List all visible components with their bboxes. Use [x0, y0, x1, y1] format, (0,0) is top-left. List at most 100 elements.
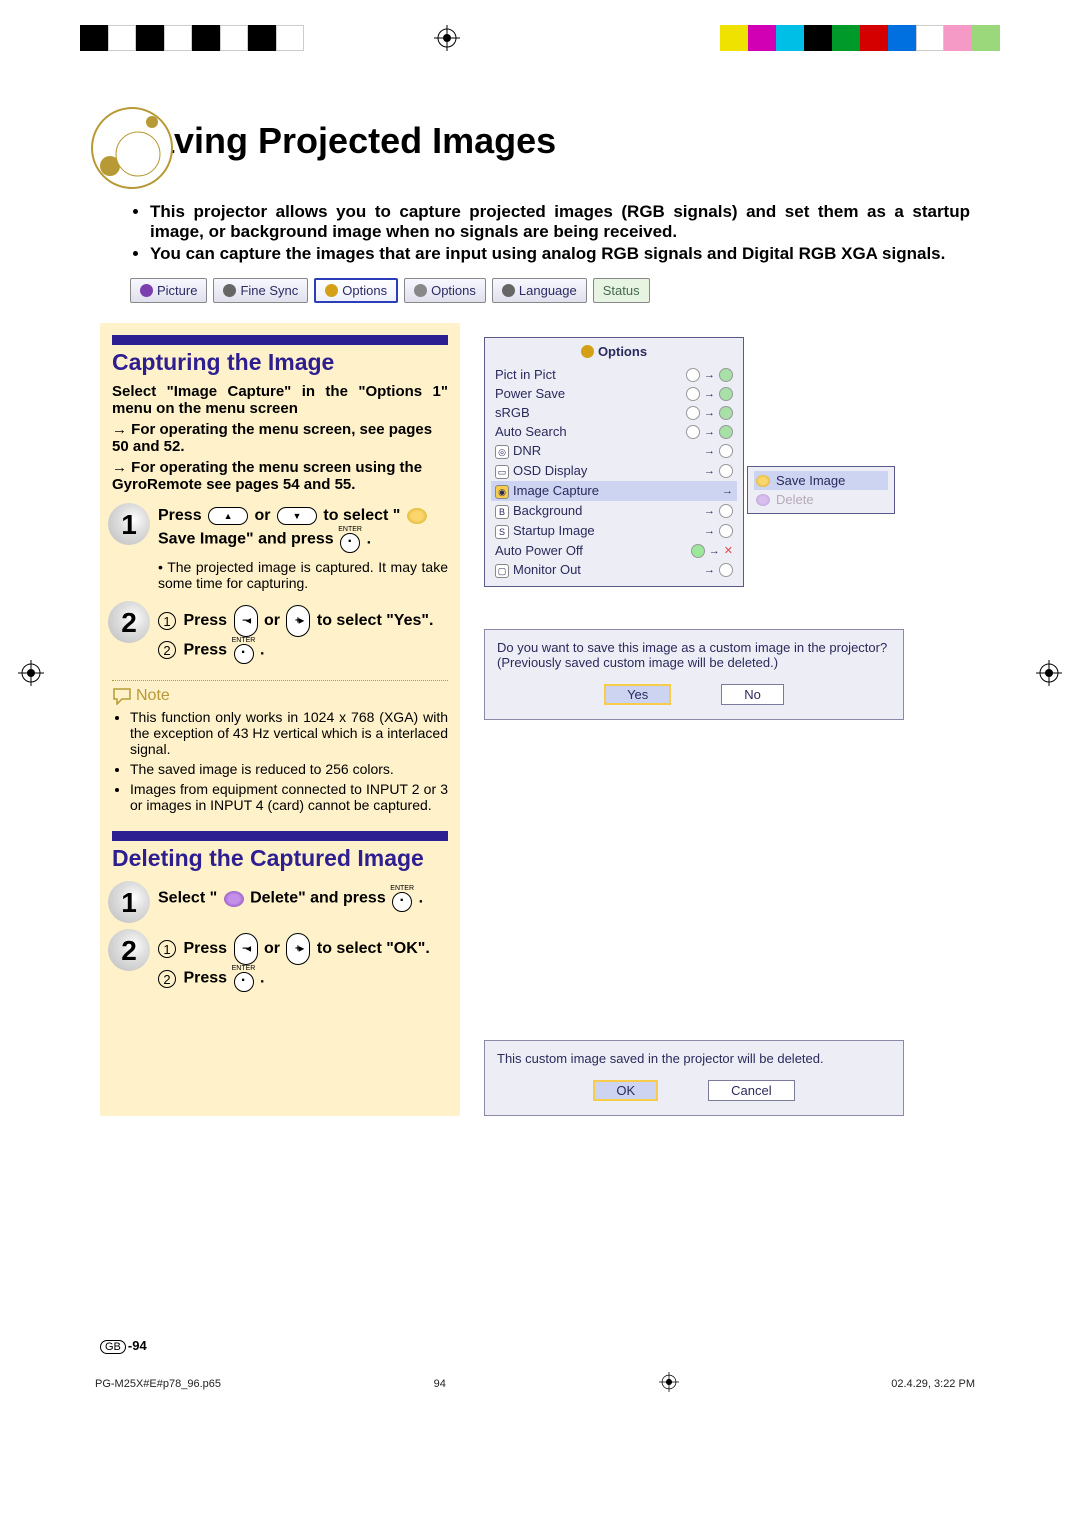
options-panel: Options Pict in Pict→ Power Save→ sRGB→ … — [484, 337, 744, 587]
right-button-icon-2 — [286, 933, 310, 965]
registration-mark-right — [1036, 660, 1062, 691]
tab-options1-label: Options — [342, 283, 387, 298]
confirm2-ok-button[interactable]: OK — [593, 1080, 658, 1101]
tab-language[interactable]: Language — [492, 278, 587, 303]
registration-mark-bottom — [659, 1372, 679, 1392]
options-panel-header: Options — [598, 344, 647, 359]
opt-autosearch[interactable]: Auto Search→ — [491, 422, 737, 441]
page-content: Saving Projected Images This projector a… — [100, 120, 970, 1116]
confirm1-no-button[interactable]: No — [721, 684, 784, 705]
save-icon-small — [756, 475, 770, 487]
down-button-icon — [277, 507, 317, 525]
confirm2-line1: This custom image saved in the projector… — [497, 1051, 891, 1066]
up-button-icon — [208, 507, 248, 525]
opt-monitorout[interactable]: ▢Monitor Out→ — [491, 560, 737, 580]
crop-marks-top — [0, 24, 1080, 52]
enter-button-icon-4 — [234, 972, 254, 992]
instruction-column: Capturing the Image Select "Image Captur… — [100, 323, 460, 1116]
opt-imagecapture[interactable]: ◉Image Capture→ — [491, 481, 737, 501]
registration-mark-left — [18, 660, 44, 691]
circled-1: 1 — [158, 612, 176, 630]
tab-status[interactable]: Status — [593, 278, 650, 303]
finesync-icon — [223, 284, 236, 297]
submenu-delete[interactable]: Delete — [754, 490, 888, 509]
intro-list: This projector allows you to capture pro… — [130, 202, 970, 264]
opt-dnr[interactable]: ◎DNR→ — [491, 441, 737, 461]
cap-step-2: 2 1 Press or to select "Yes". 2 Press EN… — [112, 605, 448, 664]
del2-p1-post: to select "OK". — [317, 940, 430, 957]
enter-label-2: ENTER — [232, 637, 256, 644]
opt-srgb[interactable]: sRGB→ — [491, 403, 737, 422]
intro-bullet-2: You can capture the images that are inpu… — [150, 244, 970, 264]
note-block: Note This function only works in 1024 x … — [112, 680, 448, 813]
opt-osd[interactable]: ▭OSD Display→ — [491, 461, 737, 481]
step2-p2-post: . — [260, 641, 264, 658]
confirm2-cancel-button[interactable]: Cancel — [708, 1080, 794, 1101]
del1-pre: Select " — [158, 890, 217, 907]
left-button-icon-2 — [234, 933, 258, 965]
tab-options-1[interactable]: Options — [314, 278, 398, 303]
imgcap-icon: ◉ — [495, 485, 509, 499]
confirm1-line2: (Previously saved custom image will be d… — [497, 655, 891, 670]
step2-p1-post: to select "Yes". — [317, 612, 434, 629]
footer-page: 94 — [434, 1378, 446, 1398]
step1-post-b: Save Image" and press — [158, 530, 338, 547]
opt-pictinpict[interactable]: Pict in Pict→ — [491, 365, 737, 384]
bg-icon: B — [495, 505, 509, 519]
image-capture-submenu: Save Image Delete — [747, 466, 895, 514]
section-bar-1 — [112, 335, 448, 345]
monitor-icon: ▢ — [495, 564, 509, 578]
step1-mid: or — [255, 508, 275, 525]
enter-label-3: ENTER — [390, 885, 414, 892]
note-3: Images from equipment connected to INPUT… — [130, 781, 448, 813]
opt-autopoweroff[interactable]: Auto Power Off→✕ — [491, 541, 737, 560]
note-icon — [112, 687, 132, 705]
del-step-1: 1 Select " Delete" and press ENTER . — [112, 885, 448, 919]
step2-p1-mid: or — [264, 612, 284, 629]
enter-button-icon-3 — [392, 892, 412, 912]
section-title-capturing: Capturing the Image — [112, 349, 448, 375]
tab-status-label: Status — [603, 283, 640, 298]
tab-options-2[interactable]: Options — [404, 278, 486, 303]
osd-icon: ▭ — [495, 465, 509, 479]
left-button-icon — [234, 605, 258, 637]
del-step-number-2: 2 — [112, 933, 146, 967]
right-button-icon — [286, 605, 310, 637]
note-head-label: Note — [136, 687, 170, 705]
delete-icon — [224, 891, 244, 907]
save-confirm-dialog: Do you want to save this image as a cust… — [484, 629, 904, 720]
cap-step-1: 1 Press or to select " Save Image" and p… — [112, 507, 448, 590]
save-image-icon — [407, 508, 427, 524]
options1-icon — [325, 284, 338, 297]
tab-picture[interactable]: Picture — [130, 278, 207, 303]
submenu-save[interactable]: Save Image — [754, 471, 888, 490]
del1-mid: Delete" and press — [250, 890, 390, 907]
opt-powersave[interactable]: Power Save→ — [491, 384, 737, 403]
page-title-block: Saving Projected Images — [100, 120, 970, 162]
opt-background[interactable]: BBackground→ — [491, 501, 737, 521]
tab-options2-label: Options — [431, 283, 476, 298]
circled-2: 2 — [158, 641, 176, 659]
footer-timestamp: 02.4.29, 3:22 PM — [891, 1378, 975, 1398]
opt-startup[interactable]: SStartup Image→ — [491, 521, 737, 541]
confirm1-yes-button[interactable]: Yes — [604, 684, 671, 705]
registration-mark-top — [433, 24, 461, 52]
note-head: Note — [112, 687, 448, 705]
footer-meta: PG-M25X#E#p78_96.p65 94 02.4.29, 3:22 PM — [95, 1378, 975, 1398]
step-number-1: 1 — [112, 507, 146, 541]
enter-label-1: ENTER — [338, 526, 362, 533]
section1-sub1: For operating the menu screen, see pages… — [112, 421, 448, 455]
delete-confirm-dialog: This custom image saved in the projector… — [484, 1040, 904, 1116]
enter-button-icon-2 — [234, 644, 254, 664]
section1-lead: Select "Image Capture" in the "Options 1… — [112, 383, 448, 417]
note-1: This function only works in 1024 x 768 (… — [130, 709, 448, 757]
page-num-text: -94 — [128, 1338, 147, 1353]
page-number: GB-94 — [100, 1338, 147, 1354]
startup-icon: S — [495, 525, 509, 539]
step2-p1-pre: Press — [183, 612, 231, 629]
del2-p2-post: . — [260, 970, 264, 987]
tab-finesync[interactable]: Fine Sync — [213, 278, 308, 303]
tab-finesync-label: Fine Sync — [240, 283, 298, 298]
tab-language-label: Language — [519, 283, 577, 298]
del2-p1-mid: or — [264, 940, 284, 957]
